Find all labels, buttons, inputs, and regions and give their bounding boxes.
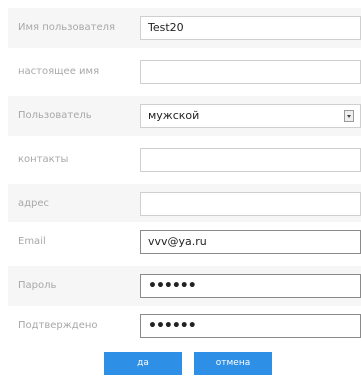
username-label: Имя пользователя (18, 22, 116, 33)
confirm-password-input[interactable]: •••••• (140, 314, 361, 338)
gender-label: Пользователь (18, 110, 92, 121)
password-row: Пароль •••••• (8, 266, 361, 306)
password-label: Пароль (18, 280, 57, 291)
email-row: Email vvv@ya.ru (8, 222, 361, 262)
realname-label: настоящее имя (18, 66, 100, 77)
gender-value: мужской (148, 109, 200, 122)
cancel-button[interactable]: отмена (194, 352, 272, 375)
address-input[interactable] (140, 192, 361, 216)
gender-select[interactable]: мужской (140, 104, 361, 128)
contacts-input[interactable] (140, 148, 361, 172)
password-input[interactable]: •••••• (140, 274, 361, 298)
ok-button[interactable]: да (104, 352, 182, 375)
confirm-label: Подтверждено (18, 320, 98, 331)
realname-input[interactable] (140, 60, 361, 84)
contacts-row: контакты (8, 140, 361, 180)
dropdown-arrow-icon[interactable] (344, 110, 354, 122)
address-label: адрес (18, 198, 50, 209)
username-input[interactable]: Test20 (140, 16, 361, 40)
confirm-row: Подтверждено •••••• (8, 306, 361, 346)
contacts-label: контакты (18, 154, 69, 165)
address-row: адрес (8, 184, 361, 224)
username-row: Имя пользователя Test20 (8, 8, 361, 48)
email-label: Email (18, 236, 46, 247)
realname-row: настоящее имя (8, 52, 361, 92)
gender-row: Пользователь мужской (8, 96, 361, 136)
user-form: Имя пользователя Test20 настоящее имя По… (0, 0, 361, 388)
email-input[interactable]: vvv@ya.ru (140, 230, 361, 254)
